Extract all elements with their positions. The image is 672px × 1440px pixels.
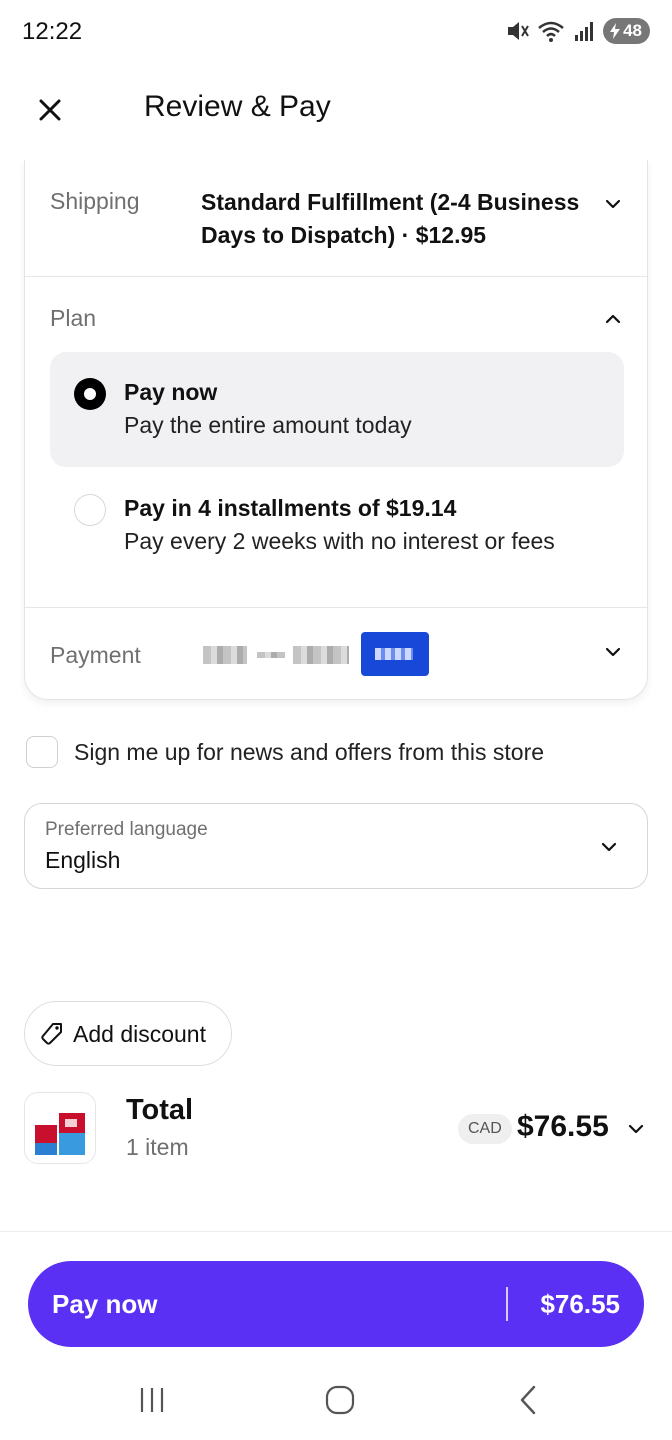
radio-unselected[interactable] — [74, 494, 106, 526]
language-select[interactable]: Preferred language English — [24, 803, 648, 889]
recent-apps-icon — [140, 1388, 164, 1412]
radio-selected[interactable] — [74, 378, 106, 410]
payment-row[interactable]: Payment — [25, 608, 647, 699]
status-time: 12:22 — [22, 18, 83, 45]
close-icon — [39, 99, 61, 121]
redacted-card-number — [257, 652, 285, 658]
newsletter-label: Sign me up for news and offers from this… — [74, 739, 545, 765]
total-label: Total — [126, 1094, 194, 1126]
status-bar: 12:22 48 — [0, 0, 672, 64]
newsletter-checkbox[interactable] — [26, 736, 58, 768]
add-discount-button[interactable]: Add discount — [24, 1001, 232, 1066]
total-amount: $76.55 — [517, 1110, 609, 1143]
payment-label: Payment — [50, 642, 141, 668]
shipping-row[interactable]: Shipping Standard Fulfillment (2-4 Busin… — [25, 160, 647, 277]
recent-apps-button[interactable] — [122, 1378, 182, 1422]
order-total[interactable]: Total 1 item CAD $76.55 — [24, 1090, 648, 1166]
newsletter-opt-in[interactable]: Sign me up for news and offers from this… — [26, 734, 646, 770]
status-icons: 48 — [505, 18, 650, 44]
tag-icon — [41, 1023, 62, 1045]
plan-option-subtitle: Pay the entire amount today — [124, 412, 412, 438]
plan-option-installments[interactable]: Pay in 4 installments of $19.14 Pay ever… — [50, 468, 624, 583]
language-label: Preferred language — [45, 819, 208, 840]
checkout-card: Shipping Standard Fulfillment (2-4 Busin… — [24, 160, 648, 700]
language-value: English — [45, 847, 121, 873]
chevron-down-icon — [605, 199, 621, 209]
plan-option-pay-now[interactable]: Pay now Pay the entire amount today — [50, 352, 624, 467]
plan-option-subtitle: Pay every 2 weeks with no interest or fe… — [124, 528, 555, 554]
pay-now-amount: $76.55 — [540, 1289, 620, 1319]
pay-now-button[interactable]: Pay now $76.55 — [28, 1261, 644, 1347]
mute-icon — [508, 22, 529, 40]
shipping-value: Standard Fulfillment (2-4 Business Days … — [201, 189, 580, 248]
home-button[interactable] — [310, 1378, 370, 1422]
card-brand-icon — [361, 632, 429, 676]
plan-section: Plan Pay now Pay the entire amount today… — [25, 277, 647, 608]
add-discount-label: Add discount — [73, 1021, 206, 1047]
pay-button-divider — [506, 1287, 508, 1321]
wifi-icon — [538, 21, 564, 42]
back-button[interactable] — [498, 1378, 558, 1422]
plan-label: Plan — [50, 305, 97, 331]
battery-level: 48 — [623, 21, 642, 40]
system-nav-bar — [0, 1360, 672, 1440]
home-icon — [325, 1385, 355, 1415]
product-thumbnail — [24, 1092, 96, 1164]
back-icon — [520, 1385, 536, 1415]
header: Review & Pay — [0, 64, 672, 156]
close-button[interactable] — [28, 88, 72, 132]
battery-icon: 48 — [603, 18, 650, 44]
chevron-up-icon[interactable] — [601, 307, 625, 331]
footer-divider — [0, 1231, 672, 1232]
page-title: Review & Pay — [144, 90, 331, 123]
currency-badge: CAD — [458, 1114, 512, 1144]
shipping-label: Shipping — [50, 188, 140, 214]
chevron-down-icon — [628, 1124, 644, 1134]
redacted-card-number — [293, 646, 349, 664]
plan-option-title: Pay in 4 installments of $19.14 — [124, 495, 457, 521]
item-count: 1 item — [126, 1134, 189, 1160]
redacted-card-number — [203, 646, 247, 664]
signal-icon — [575, 22, 594, 41]
chevron-down-icon — [605, 647, 621, 657]
chevron-down-icon — [601, 842, 617, 852]
pay-now-label: Pay now — [52, 1289, 158, 1319]
plan-option-title: Pay now — [124, 379, 218, 405]
